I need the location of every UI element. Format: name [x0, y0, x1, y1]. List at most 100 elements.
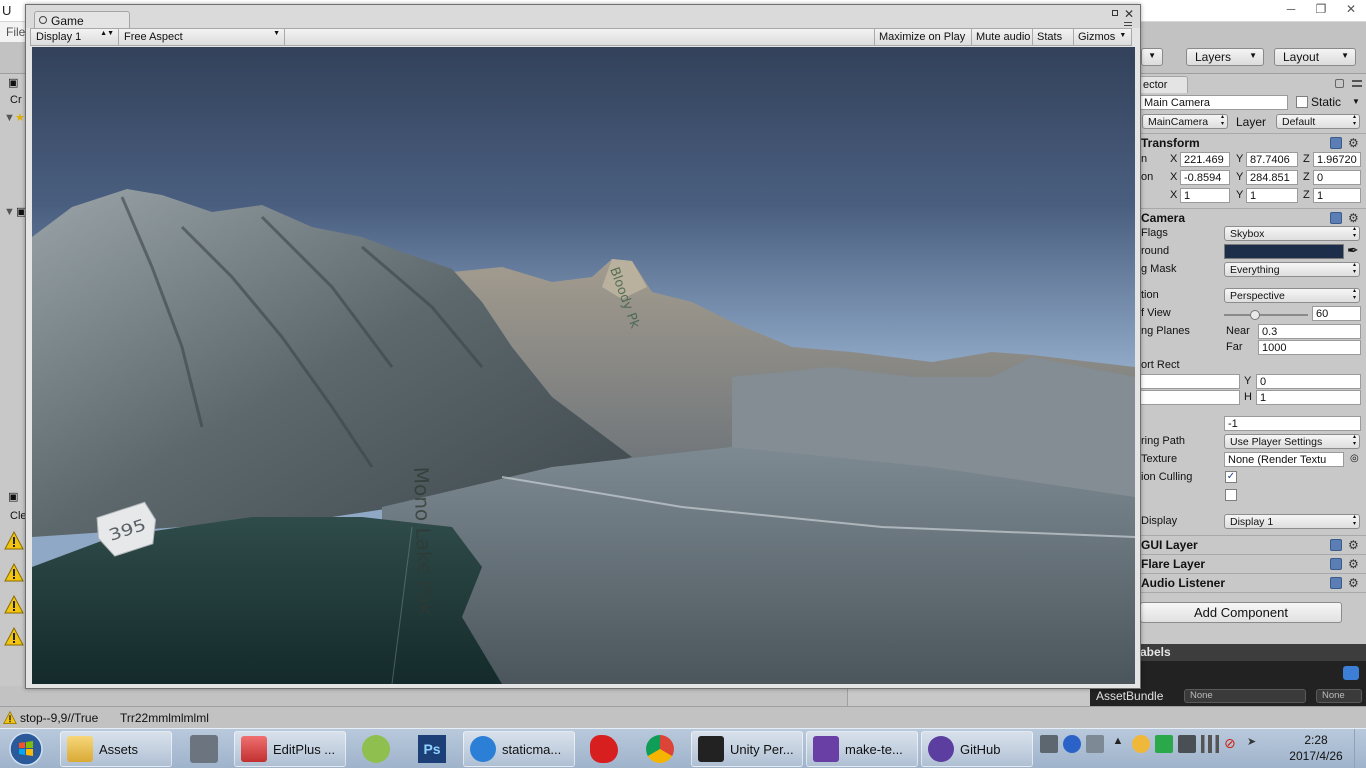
taskbar-pin-chrome[interactable] — [634, 731, 686, 767]
taskbar-pin-photoshop[interactable]: Ps — [406, 731, 458, 767]
warning-icon[interactable] — [3, 710, 17, 725]
viewport-h-field[interactable]: 1 — [1256, 390, 1361, 405]
inspector-tab[interactable]: ector — [1140, 76, 1188, 93]
target-display-dropdown[interactable]: Display 1 — [1224, 514, 1360, 529]
taskbar-item-visual-studio[interactable]: make-te... — [806, 731, 918, 767]
viewport-w-field[interactable] — [1140, 390, 1240, 405]
warning-icon[interactable] — [4, 626, 24, 647]
position-x-field[interactable]: 221.469 — [1180, 152, 1230, 167]
culling-mask-dropdown[interactable]: Everything — [1224, 262, 1360, 277]
asset-bundle-dropdown[interactable]: None — [1184, 689, 1306, 703]
account-dropdown[interactable]: ▼ — [1141, 48, 1163, 66]
rendering-path-dropdown[interactable]: Use Player Settings — [1224, 434, 1360, 449]
fov-slider-track[interactable] — [1224, 314, 1308, 316]
panel-menu-icon[interactable] — [1124, 22, 1132, 26]
stats-button[interactable]: Stats — [1032, 29, 1066, 45]
action-center-icon[interactable]: ➤ — [1247, 735, 1265, 753]
position-y-field[interactable]: 87.7406 — [1246, 152, 1298, 167]
taskbar-item-assets[interactable]: Assets — [60, 731, 172, 767]
gui-layer-header[interactable]: GUI Layer ⚙ — [1140, 536, 1366, 554]
maximize-icon[interactable] — [1112, 10, 1118, 16]
viewport-x-field[interactable] — [1140, 374, 1240, 389]
taskbar-item-staticmap[interactable]: staticma... — [463, 731, 575, 767]
gizmos-button[interactable]: Gizmos ▼ — [1073, 29, 1129, 45]
object-picker-icon[interactable]: ◎ — [1350, 453, 1359, 464]
taskbar-item-editplus[interactable]: EditPlus ... — [234, 731, 346, 767]
expand-arrow-icon[interactable]: ▼ — [4, 112, 15, 124]
restore-icon[interactable]: ❐ — [1306, 0, 1336, 18]
expand-arrow-icon[interactable]: ▼ — [4, 206, 15, 218]
help-book-icon[interactable] — [1330, 539, 1342, 551]
layer-dropdown[interactable]: Default — [1276, 114, 1360, 129]
audio-listener-header[interactable]: Audio Listener ⚙ — [1140, 574, 1366, 592]
viewport-y-field[interactable]: 0 — [1256, 374, 1361, 389]
mute-audio-button[interactable]: Mute audio — [971, 29, 1034, 45]
static-checkbox[interactable] — [1296, 96, 1308, 108]
status-message-detail[interactable]: Trr22mmlmlmlml — [120, 711, 209, 725]
taskbar-pin-tool[interactable] — [178, 731, 230, 767]
panel-menu-icon[interactable] — [1352, 80, 1362, 87]
status-message[interactable]: stop--9,9//True — [20, 711, 98, 725]
scale-y-field[interactable]: 1 — [1246, 188, 1298, 203]
near-field[interactable]: 0.3 — [1258, 324, 1361, 339]
rotation-z-field[interactable]: 0 — [1313, 170, 1361, 185]
help-book-icon[interactable] — [1330, 137, 1342, 149]
minimize-icon[interactable]: ─ — [1276, 0, 1306, 18]
depth-field[interactable]: -1 — [1224, 416, 1361, 431]
show-desktop-button[interactable] — [1354, 729, 1366, 768]
game-tab[interactable]: Game — [34, 11, 130, 29]
scale-z-field[interactable]: 1 — [1313, 188, 1361, 203]
flare-layer-header[interactable]: Flare Layer ⚙ — [1140, 555, 1366, 573]
eyedropper-icon[interactable]: ✒ — [1347, 242, 1359, 259]
fov-slider-thumb[interactable] — [1249, 310, 1260, 320]
qq-icon[interactable] — [1132, 735, 1150, 753]
warning-icon[interactable] — [4, 594, 24, 615]
aspect-dropdown[interactable]: Free Aspect ▼ — [119, 29, 285, 45]
background-color-swatch[interactable] — [1224, 244, 1344, 259]
occlusion-culling-checkbox[interactable]: ✓ — [1225, 471, 1237, 483]
keyboard-icon[interactable] — [1040, 735, 1058, 753]
menu-file[interactable]: File — [6, 25, 25, 39]
green-app-icon[interactable] — [1155, 735, 1173, 753]
warning-icon[interactable] — [4, 562, 24, 583]
gear-icon[interactable]: ⚙ — [1348, 558, 1360, 570]
gear-icon[interactable]: ⚙ — [1348, 212, 1360, 224]
gear-icon[interactable]: ⚙ — [1348, 539, 1360, 551]
volume-muted-icon[interactable]: ⊘ — [1224, 735, 1242, 753]
maximize-on-play-button[interactable]: Maximize on Play — [874, 29, 969, 45]
clear-flags-dropdown[interactable]: Skybox — [1224, 226, 1360, 241]
scale-x-field[interactable]: 1 — [1180, 188, 1230, 203]
help-icon[interactable] — [1063, 735, 1081, 753]
layout-dropdown[interactable]: Layout ▼ — [1274, 48, 1356, 66]
far-field[interactable]: 1000 — [1258, 340, 1361, 355]
taskbar-item-github[interactable]: GitHub — [921, 731, 1033, 767]
close-icon[interactable]: ✕ — [1336, 0, 1366, 18]
rotation-y-field[interactable]: 284.851 — [1246, 170, 1298, 185]
lock-icon[interactable] — [1335, 79, 1344, 88]
clock[interactable]: 2:28 2017/4/26 — [1286, 732, 1346, 764]
camera-header[interactable]: Camera ⚙ — [1140, 209, 1366, 227]
gear-icon[interactable]: ⚙ — [1348, 137, 1360, 149]
taskbar-pin-paint[interactable] — [578, 731, 630, 767]
help-book-icon[interactable] — [1330, 212, 1342, 224]
add-component-button[interactable]: Add Component — [1140, 602, 1342, 623]
display-dropdown[interactable]: Display 1 ▲▼ — [31, 29, 119, 45]
taskbar-item-unity[interactable]: Unity Per... — [691, 731, 803, 767]
warning-icon[interactable] — [4, 530, 24, 551]
target-texture-field[interactable]: None (Render Textu — [1224, 452, 1344, 467]
layers-dropdown[interactable]: Layers ▼ — [1186, 48, 1264, 66]
fov-field[interactable]: 60 — [1312, 306, 1361, 321]
taskbar-pin-map[interactable] — [350, 731, 402, 767]
hdr-checkbox[interactable] — [1225, 489, 1237, 501]
signal-icon[interactable] — [1201, 735, 1219, 753]
help-book-icon[interactable] — [1330, 558, 1342, 570]
tag-dropdown[interactable]: MainCamera — [1142, 114, 1228, 129]
network-settings-icon[interactable] — [1086, 735, 1104, 753]
start-button[interactable] — [4, 730, 48, 768]
transform-header[interactable]: Transform ⚙ — [1140, 134, 1366, 152]
rotation-x-field[interactable]: -0.8594 — [1180, 170, 1230, 185]
projection-dropdown[interactable]: Perspective — [1224, 288, 1360, 303]
help-book-icon[interactable] — [1330, 577, 1342, 589]
asset-variant-dropdown[interactable]: None — [1316, 689, 1362, 703]
gear-icon[interactable]: ⚙ — [1348, 577, 1360, 589]
